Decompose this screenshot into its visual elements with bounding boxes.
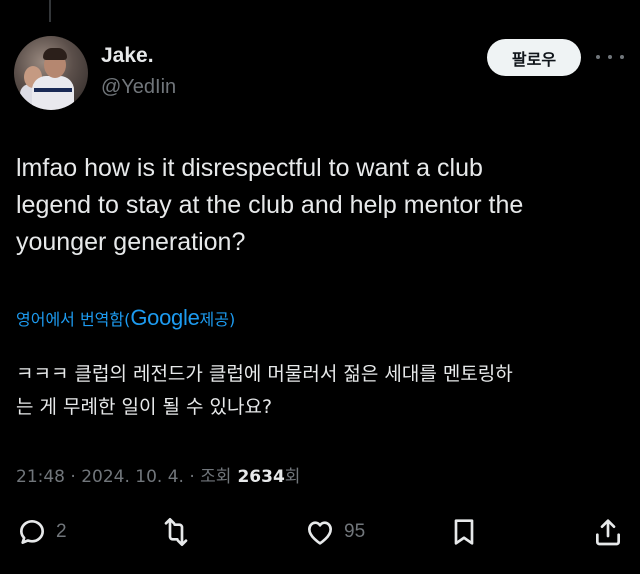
translated-text-line: 는 게 무례한 일이 될 수 있나요? [16,396,273,418]
meta-separator: · [65,467,82,487]
bookmark-button[interactable] [448,516,480,548]
avatar-figure [34,88,72,92]
avatar-figure [43,48,67,60]
reply-icon [20,520,44,544]
views-suffix: 회 [284,467,301,487]
tweet-time[interactable]: 21:48 [16,467,65,487]
google-logo-text: Google [130,305,200,330]
tweet-meta: 21:48 · 2024. 10. 4. · 조회 2634 회 [16,462,300,487]
like-count: 95 [344,521,366,542]
translation-label[interactable]: 영어에서 번역함( Google 제공) [16,305,235,331]
retweet-button[interactable] [160,516,200,548]
bookmark-icon [454,519,474,545]
meta-separator: · [183,467,201,487]
tweet-date[interactable]: 2024. 10. 4. [81,467,184,487]
views-count: 2634 [237,467,285,487]
author-display-name[interactable]: Jake. [101,44,154,68]
tweet-text-line: legend to stay at the club and help ment… [16,191,524,219]
tweet-text-line: lmfao how is it disrespectful to want a … [16,154,483,182]
tweet-text: lmfao how is it disrespectful to want a … [16,150,626,261]
reply-button[interactable]: 2 [16,516,67,548]
share-icon [596,519,620,546]
heart-icon [308,521,332,545]
avatar[interactable] [14,36,88,110]
tweet-text-line: younger generation? [16,228,246,256]
share-button[interactable] [592,516,624,548]
translation-label-prefix: 영어에서 번역함( [16,310,131,329]
translated-text-line: ㅋㅋㅋ 클럽의 레전드가 클럽에 머물러서 젊은 세대를 멘토링하 [16,363,513,385]
author-handle[interactable]: @YedIin [101,76,176,99]
follow-button[interactable]: 팔로우 [487,39,581,76]
like-button[interactable]: 95 [304,516,365,548]
translated-text: ㅋㅋㅋ 클럽의 레전드가 클럽에 머물러서 젊은 세대를 멘토링하 는 게 무례… [16,358,636,424]
more-icon[interactable] [596,48,624,66]
views-label: 조회 [200,467,232,487]
translation-label-suffix: 제공) [199,310,236,329]
avatar-figure [32,76,74,110]
reply-count: 2 [56,521,67,542]
retweet-icon [164,518,188,546]
thread-connector-line [49,0,51,22]
